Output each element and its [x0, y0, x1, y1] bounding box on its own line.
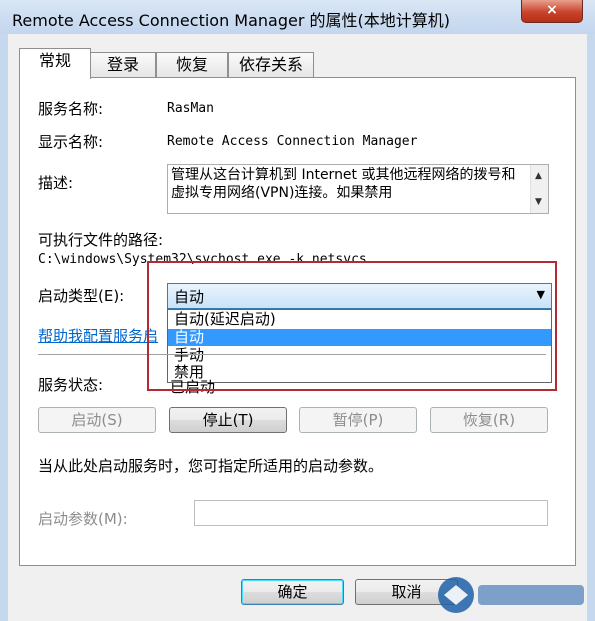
- display-name-label: 显示名称:: [38, 133, 104, 151]
- startup-type-value: 自动: [174, 288, 205, 306]
- service-name-label: 服务名称:: [38, 100, 104, 118]
- tab-label: 常规: [38, 51, 71, 70]
- watermark-band: [478, 585, 584, 605]
- stop-button[interactable]: 停止(T): [169, 407, 287, 433]
- scroll-up-icon[interactable]: ▲: [535, 171, 542, 181]
- description-scrollbar[interactable]: ▲ ▼: [530, 165, 548, 213]
- display-name-value: Remote Access Connection Manager: [167, 134, 418, 149]
- separator: [38, 354, 546, 355]
- startup-type-label: 启动类型(E):: [38, 287, 125, 305]
- startup-type-dropdown: 自动(延迟启动) 自动 手动 禁用: [167, 309, 552, 383]
- description-text: 管理从这台计算机到 Internet 或其他远程网络的拨号和虚拟专用网络(VPN…: [171, 167, 516, 201]
- ok-button[interactable]: 确定: [241, 579, 344, 605]
- title-bar[interactable]: Remote Access Connection Manager 的属性(本地计…: [0, 0, 595, 34]
- help-configure-link[interactable]: 帮助我配置服务启: [38, 325, 158, 346]
- tab-logon[interactable]: 登录: [90, 52, 156, 78]
- chevron-down-icon[interactable]: ▼: [537, 288, 545, 301]
- startup-option-auto[interactable]: 自动: [168, 329, 551, 346]
- service-status-value: 已启动: [170, 378, 216, 396]
- resume-button[interactable]: 恢复(R): [430, 407, 548, 433]
- tab-label: 恢复: [175, 55, 208, 74]
- startup-option-disabled[interactable]: 禁用: [168, 364, 551, 381]
- tab-label: 依存关系: [238, 55, 303, 74]
- tab-dependencies[interactable]: 依存关系: [228, 52, 314, 78]
- exe-path-label: 可执行文件的路径:: [38, 231, 164, 249]
- startup-option-manual[interactable]: 手动: [168, 347, 551, 364]
- service-name-value: RasMan: [167, 101, 214, 116]
- scroll-down-icon[interactable]: ▼: [535, 197, 542, 207]
- service-status-label: 服务状态:: [38, 376, 104, 394]
- close-button[interactable]: ×: [521, 0, 583, 23]
- start-params-hint: 当从此处启动服务时，您可指定所适用的启动参数。: [38, 457, 384, 475]
- tab-general[interactable]: 常规: [19, 48, 91, 79]
- startup-option-auto-delayed[interactable]: 自动(延迟启动): [168, 311, 551, 328]
- exe-path-value: C:\windows\System32\svchost.exe -k netsv…: [38, 252, 367, 267]
- window-title: Remote Access Connection Manager 的属性(本地计…: [12, 11, 451, 30]
- startup-type-select[interactable]: 自动 ▼: [167, 283, 552, 309]
- tab-label: 登录: [106, 55, 139, 74]
- description-label: 描述:: [38, 174, 74, 192]
- description-box[interactable]: 管理从这台计算机到 Internet 或其他远程网络的拨号和虚拟专用网络(VPN…: [167, 164, 549, 214]
- start-params-label: 启动参数(M):: [38, 510, 128, 528]
- start-params-input[interactable]: [194, 500, 548, 526]
- tab-recovery[interactable]: 恢复: [156, 52, 228, 78]
- start-button[interactable]: 启动(S): [38, 407, 156, 433]
- close-icon: ×: [546, 2, 558, 18]
- pause-button[interactable]: 暂停(P): [299, 407, 417, 433]
- watermark-logo: [438, 577, 584, 613]
